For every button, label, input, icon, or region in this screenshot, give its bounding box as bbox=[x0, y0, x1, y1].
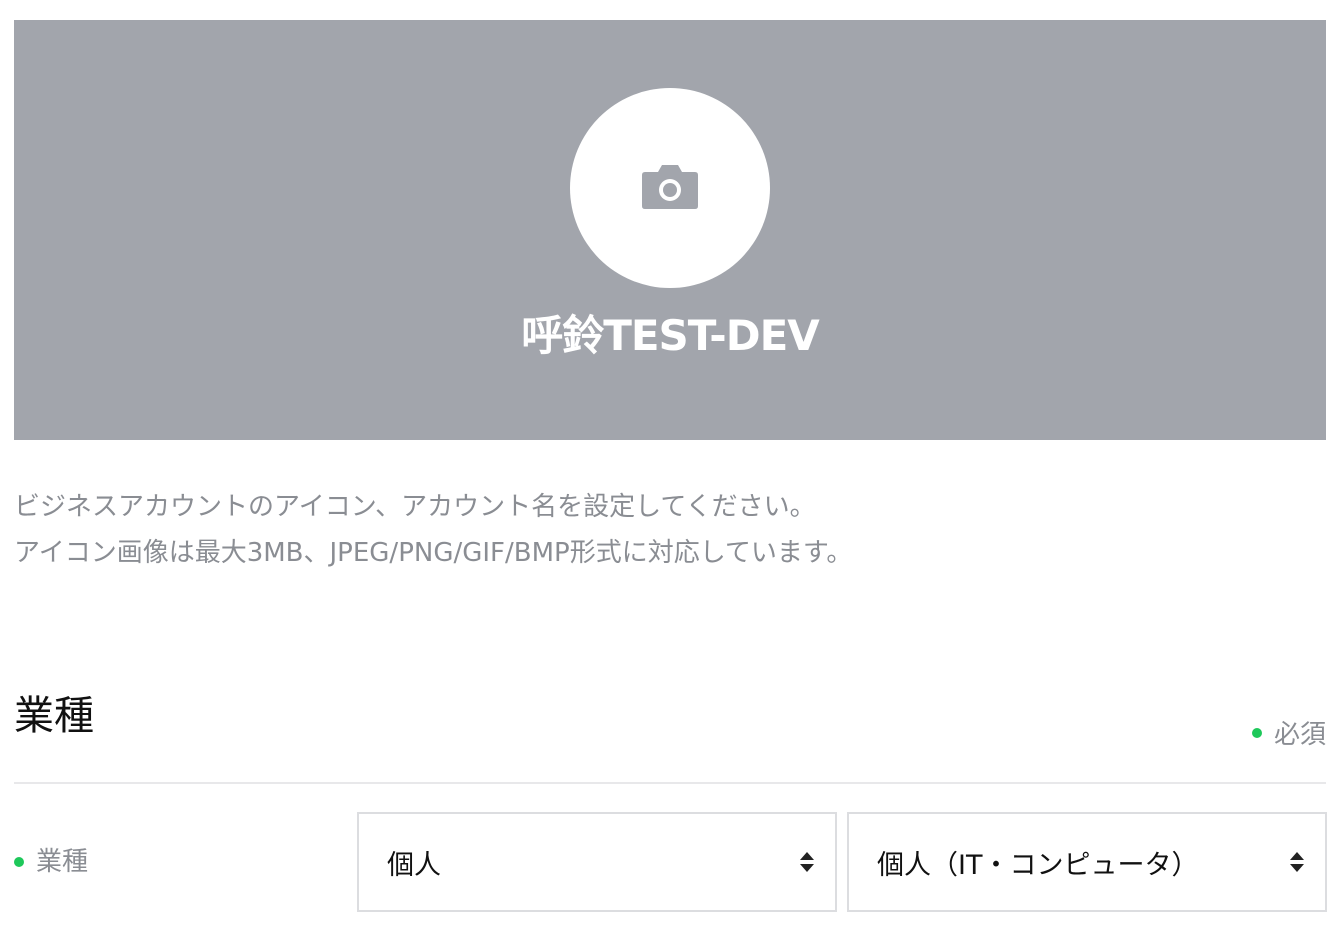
field-label-text: 業種 bbox=[36, 847, 89, 877]
industry-field-label: 業種 bbox=[14, 842, 88, 882]
camera-icon bbox=[641, 162, 699, 214]
profile-cover: 呼鈴TEST-DEV bbox=[14, 20, 1326, 440]
section-title: 業種 bbox=[14, 693, 94, 739]
avatar-upload-button[interactable] bbox=[570, 88, 770, 288]
select-value: 個人（IT・コンピュータ） bbox=[877, 849, 1199, 881]
description-line: アイコン画像は最大3MB、JPEG/PNG/GIF/BMP形式に対応しています。 bbox=[14, 538, 853, 568]
industry-category-select[interactable]: 個人 bbox=[357, 812, 837, 912]
required-dot-icon bbox=[14, 857, 24, 867]
required-dot-icon bbox=[1251, 727, 1262, 738]
sort-arrows-icon bbox=[1289, 850, 1305, 874]
account-name: 呼鈴TEST-DEV bbox=[521, 311, 820, 360]
profile-description: ビジネスアカウントのアイコン、アカウント名を設定してください。 アイコン画像は最… bbox=[14, 484, 1114, 576]
industry-subcategory-select[interactable]: 個人（IT・コンピュータ） bbox=[847, 812, 1327, 912]
select-value: 個人 bbox=[387, 849, 441, 881]
description-line: ビジネスアカウントのアイコン、アカウント名を設定してください。 bbox=[14, 492, 816, 522]
sort-arrows-icon bbox=[799, 850, 815, 874]
required-legend: 必須 bbox=[1251, 714, 1326, 751]
section-divider bbox=[14, 782, 1326, 784]
required-label: 必須 bbox=[1273, 720, 1326, 750]
